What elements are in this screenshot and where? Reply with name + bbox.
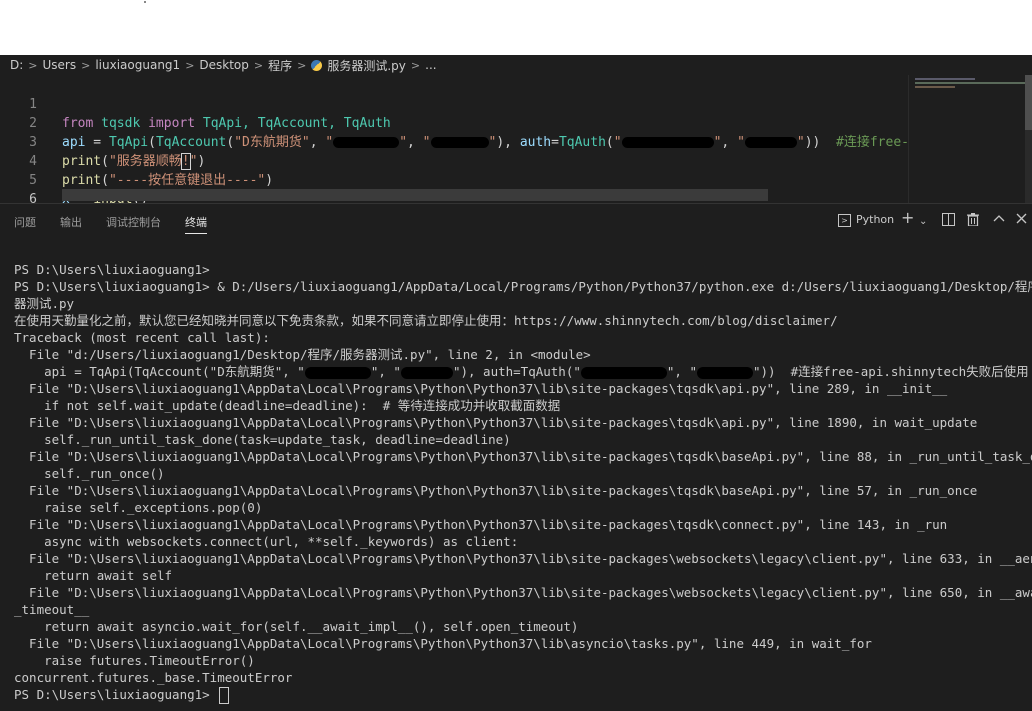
- terminal-line: raise futures.TimeoutError(): [14, 653, 255, 668]
- vertical-scrollbar[interactable]: [1025, 75, 1032, 203]
- terminal[interactable]: PS D:\Users\liuxiaoguang1> PS D:\Users\l…: [0, 237, 1032, 711]
- code-line-5[interactable]: 5 x = input(): [0, 152, 908, 203]
- breadcrumb-item-users[interactable]: Users: [43, 58, 77, 72]
- terminal-prompt-line[interactable]: PS D:\Users\liuxiaoguang1>: [14, 686, 230, 704]
- stray-dot: [144, 1, 146, 3]
- redaction-mark: [696, 366, 753, 379]
- breadcrumb-item-desktop[interactable]: Desktop: [199, 58, 249, 72]
- line-number: 6: [29, 192, 37, 203]
- breadcrumb-item-user[interactable]: liuxiaoguang1: [95, 58, 180, 72]
- terminal-line: 器测试.py: [14, 296, 75, 311]
- terminal-line: File "D:\Users\liuxiaoguang1\AppData\Loc…: [14, 415, 978, 430]
- breadcrumb-item-file[interactable]: 服务器测试.py: [327, 57, 406, 74]
- chevron-right-icon: >: [81, 58, 91, 72]
- breadcrumb: D: > Users > liuxiaoguang1 > Desktop > 程序 > 服…: [0, 55, 1032, 75]
- terminal-line: File "D:\Users\liuxiaoguang1\AppData\Loc…: [14, 517, 948, 532]
- terminal-line: return await self: [14, 568, 173, 583]
- split-icon[interactable]: [942, 213, 955, 230]
- terminal-line: if not self.wait_update(deadline=deadlin…: [14, 398, 561, 413]
- python-file-icon: [311, 59, 323, 71]
- terminal-line: self._run_once(): [14, 466, 165, 481]
- tab-problems[interactable]: 问题: [14, 214, 36, 230]
- shell-label: Python: [856, 213, 895, 226]
- terminal-icon: >: [838, 213, 851, 227]
- chevron-down-icon[interactable]: ⌄: [919, 215, 927, 229]
- terminal-line: File "D:\Users\liuxiaoguang1\AppData\Loc…: [14, 636, 872, 651]
- chevron-right-icon: >: [410, 58, 421, 72]
- terminal-line: return await asyncio.wait_for(self.__awa…: [14, 619, 579, 634]
- chevron-right-icon: >: [253, 58, 264, 72]
- code-line-2[interactable]: 2 api = TqApi(TqAccount("D东航期货", " ", " ")…: [0, 95, 940, 150]
- chevron-right-icon: >: [297, 58, 307, 72]
- breadcrumb-item-folder[interactable]: 程序: [268, 57, 292, 74]
- terminal-line: PS D:\Users\liuxiaoguang1> & D:/Users/li…: [14, 279, 1032, 294]
- trash-icon[interactable]: [967, 213, 979, 230]
- terminal-line: File "d:/Users/liuxiaoguang1/Desktop/程序/…: [14, 347, 591, 362]
- breadcrumb-item-symbol[interactable]: ...: [425, 58, 436, 72]
- redaction-mark: [304, 366, 371, 379]
- terminal-line: self._run_until_task_done(task=update_ta…: [14, 432, 511, 447]
- terminal-line: File "D:\Users\liuxiaoguang1\AppData\Loc…: [14, 449, 1032, 464]
- terminal-line: File "D:\Users\liuxiaoguang1\AppData\Loc…: [14, 551, 1032, 566]
- terminal-line: File "D:\Users\liuxiaoguang1\AppData\Loc…: [14, 483, 978, 498]
- tab-output[interactable]: 输出: [60, 214, 82, 230]
- chevron-right-icon: >: [185, 58, 195, 72]
- minimap[interactable]: [908, 75, 1025, 203]
- horizontal-scrollbar[interactable]: [62, 189, 768, 201]
- terminal-line: _timeout__: [14, 602, 90, 617]
- terminal-line: Traceback (most recent call last):: [14, 330, 270, 345]
- terminal-line: 在使用天勤量化之前，默认您已经知晓并同意以下免责条款，如果不同意请立即停止使用：…: [14, 313, 838, 328]
- terminal-line: async with websockets.connect(url, **sel…: [14, 534, 519, 549]
- breadcrumb-item-drive[interactable]: D:: [10, 58, 23, 72]
- chevron-right-icon: >: [28, 58, 38, 72]
- panel-header: 问题 输出 调试控制台 终端 > Python + ⌄: [0, 203, 1032, 237]
- scrollbar-thumb[interactable]: [1025, 75, 1032, 130]
- close-icon[interactable]: [1016, 213, 1027, 228]
- code-line-1[interactable]: 1 from tqsdk import TqApi, TqAccount, Tq…: [0, 76, 908, 131]
- plus-icon[interactable]: +: [901, 210, 914, 226]
- chevron-up-icon[interactable]: [993, 213, 1005, 229]
- code-line-4[interactable]: 4 print("----按任意键退出----"): [0, 133, 908, 188]
- terminal-line: File "D:\Users\liuxiaoguang1\AppData\Loc…: [14, 381, 948, 396]
- redaction-mark: [580, 366, 667, 379]
- redaction-mark: [400, 366, 453, 379]
- terminal-line: concurrent.futures._base.TimeoutError: [14, 670, 293, 685]
- terminal-line: raise self._exceptions.pop(0): [14, 500, 263, 515]
- terminal-cursor: [219, 687, 230, 704]
- terminal-line: api = TqApi(TqAccount("D东航期货", " ", " "), …: [14, 364, 1029, 379]
- code-editor[interactable]: 1 from tqsdk import TqApi, TqAccount, Tq…: [0, 75, 1032, 203]
- code-line-3[interactable]: 3 print("服务器顺畅!"): [0, 114, 908, 170]
- terminal-shell-selector[interactable]: > Python: [838, 213, 894, 228]
- code-line-6[interactable]: 6 api.close(): [0, 171, 908, 203]
- terminal-line: PS D:\Users\liuxiaoguang1>: [14, 262, 210, 277]
- tab-debug-console[interactable]: 调试控制台: [106, 214, 161, 230]
- top-blank-area: [0, 0, 1032, 55]
- terminal-line: File "D:\Users\liuxiaoguang1\AppData\Loc…: [14, 585, 1032, 600]
- terminal-prompt: PS D:\Users\liuxiaoguang1>: [14, 687, 218, 702]
- tab-terminal[interactable]: 终端: [185, 214, 207, 234]
